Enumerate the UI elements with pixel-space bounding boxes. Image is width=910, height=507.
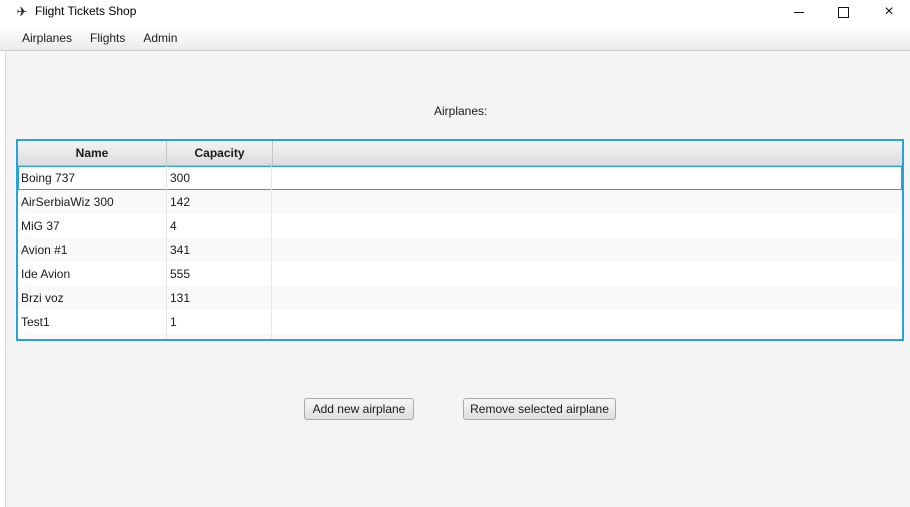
cell-capacity: 1 (167, 310, 272, 334)
table-row[interactable]: Boing 737 300 (18, 166, 902, 190)
table-header: Name Capacity (18, 141, 902, 166)
menu-airplanes[interactable]: Airplanes (13, 26, 81, 50)
maximize-icon (837, 6, 849, 18)
table-row[interactable]: AirSerbiaWiz 300 142 (18, 190, 902, 214)
cell-capacity: 300 (167, 166, 272, 190)
add-airplane-button[interactable]: Add new airplane (304, 398, 414, 420)
minimize-button[interactable] (776, 0, 822, 24)
close-button[interactable]: × (866, 0, 910, 24)
cell-name: AirSerbiaWiz 300 (18, 190, 167, 214)
cell-capacity-empty (167, 334, 272, 339)
airplane-icon: ✈ (16, 4, 28, 19)
maximize-button[interactable] (820, 0, 866, 24)
cell-name: Test1 (18, 310, 167, 334)
window-title: Flight Tickets Shop (35, 4, 137, 18)
cell-capacity: 131 (167, 286, 272, 310)
cell-name: MiG 37 (18, 214, 167, 238)
menu-flights[interactable]: Flights (81, 26, 134, 50)
table-body: Boing 737 300 AirSerbiaWiz 300 142 MiG 3… (18, 166, 902, 339)
cell-capacity: 341 (167, 238, 272, 262)
menu-admin[interactable]: Admin (134, 26, 186, 50)
cell-capacity: 142 (167, 190, 272, 214)
cell-name: Ide Avion (18, 262, 167, 286)
column-header-name[interactable]: Name (18, 141, 167, 165)
title-bar: ✈ Flight Tickets Shop × (0, 0, 910, 24)
close-icon: × (884, 3, 894, 20)
table-row[interactable]: Brzi voz 131 (18, 286, 902, 310)
main-content: Airplanes: Name Capacity Boing 737 300 A… (5, 51, 910, 507)
section-label: Airplanes: (434, 104, 488, 118)
column-header-capacity[interactable]: Capacity (167, 141, 273, 165)
table-row[interactable]: MiG 37 4 (18, 214, 902, 238)
table-row-empty (18, 334, 902, 339)
cell-name: Avion #1 (18, 238, 167, 262)
cell-capacity: 555 (167, 262, 272, 286)
airplanes-table[interactable]: Name Capacity Boing 737 300 AirSerbiaWiz… (16, 139, 904, 341)
table-row[interactable]: Test1 1 (18, 310, 902, 334)
cell-name: Boing 737 (18, 166, 167, 190)
cell-capacity: 4 (167, 214, 272, 238)
table-row[interactable]: Ide Avion 555 (18, 262, 902, 286)
minimize-icon (794, 11, 804, 13)
cell-name: Brzi voz (18, 286, 167, 310)
menu-bar: Airplanes Flights Admin (0, 26, 910, 51)
table-row[interactable]: Avion #1 341 (18, 238, 902, 262)
remove-airplane-button[interactable]: Remove selected airplane (463, 398, 616, 420)
cell-name-empty (18, 334, 167, 339)
